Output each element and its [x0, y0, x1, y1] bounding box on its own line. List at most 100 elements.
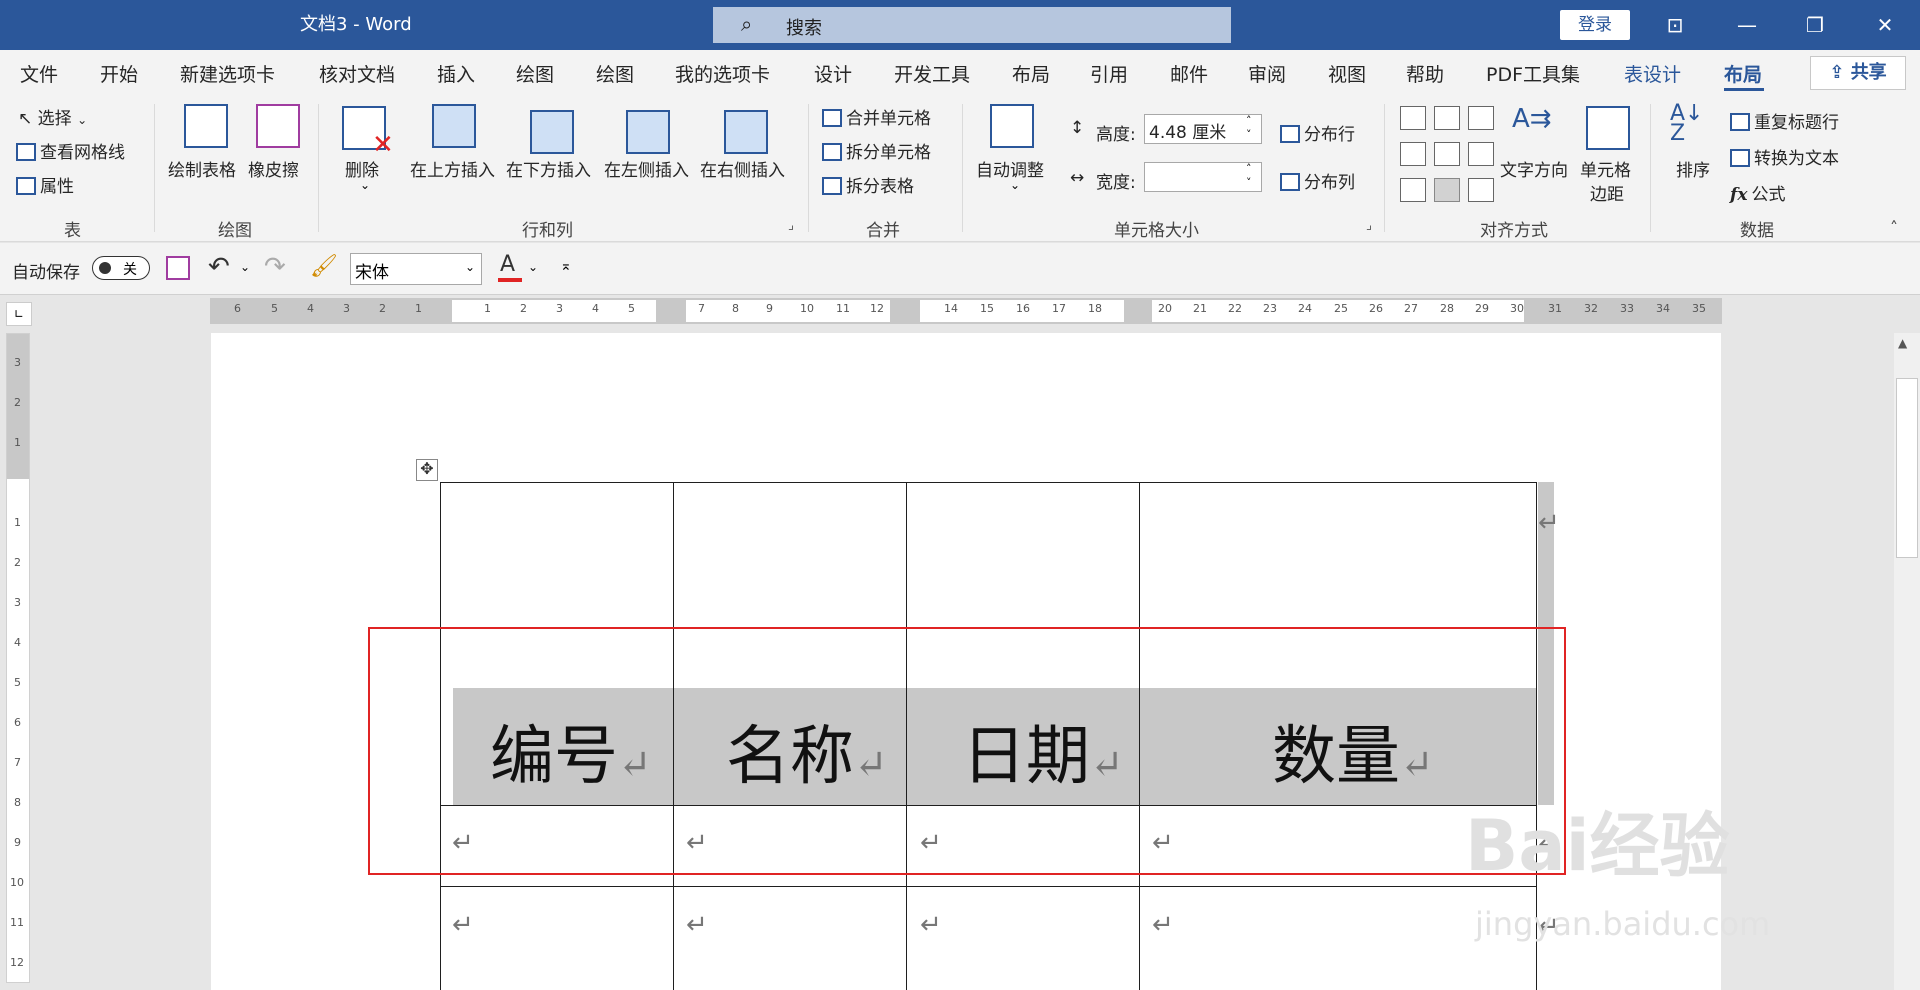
- align-middle-center-icon[interactable]: [1434, 142, 1460, 166]
- tab-draw-2[interactable]: 绘图: [596, 60, 634, 87]
- draw-table-button[interactable]: 绘制表格: [168, 156, 236, 181]
- table-move-handle-icon[interactable]: ✥: [416, 459, 438, 481]
- eraser-icon[interactable]: [256, 104, 300, 148]
- collapse-ribbon-icon[interactable]: ˄: [1890, 218, 1898, 237]
- ruler-number: 22: [1228, 302, 1242, 315]
- insert-below-icon[interactable]: [530, 110, 574, 154]
- eraser-button[interactable]: 橡皮擦: [248, 156, 299, 181]
- distribute-cols-button[interactable]: 分布列: [1280, 168, 1355, 193]
- tab-pdf-tools[interactable]: PDF工具集: [1486, 60, 1580, 87]
- table-cell[interactable]: [673, 886, 907, 990]
- highlight-box: [368, 627, 1566, 875]
- tab-draw-1[interactable]: 绘图: [516, 60, 554, 87]
- group-separator: [1384, 104, 1385, 232]
- close-icon[interactable]: ✕: [1850, 0, 1920, 50]
- sort-button[interactable]: 排序: [1676, 156, 1710, 181]
- baidu-watermark-url: jingyan.baidu.com: [1475, 905, 1771, 943]
- ribbon-display-options-icon[interactable]: ⊡: [1640, 0, 1710, 50]
- redo-icon[interactable]: ↷: [264, 252, 286, 282]
- scroll-up-icon[interactable]: ▲: [1898, 336, 1907, 350]
- tab-references[interactable]: 引用: [1090, 60, 1128, 87]
- ruler-number: 34: [1656, 302, 1670, 315]
- format-painter-icon[interactable]: 🖌: [310, 254, 338, 279]
- align-bottom-right-icon[interactable]: [1468, 178, 1494, 202]
- share-button[interactable]: ⇪ 共享: [1810, 56, 1906, 90]
- ruler-number: 3: [556, 302, 563, 315]
- insert-above-icon[interactable]: [432, 104, 476, 148]
- login-button[interactable]: 登录: [1560, 10, 1630, 40]
- chevron-down-icon[interactable]: ⌄: [528, 260, 538, 274]
- tab-review-doc[interactable]: 核对文档: [319, 60, 395, 87]
- width-spinner[interactable]: ˄ ˅: [1246, 162, 1252, 190]
- distribute-rows-button[interactable]: 分布行: [1280, 120, 1355, 145]
- tab-view[interactable]: 视图: [1328, 60, 1366, 87]
- tab-insert[interactable]: 插入: [437, 60, 475, 87]
- restore-icon[interactable]: ❐: [1780, 0, 1850, 50]
- align-top-center-icon[interactable]: [1434, 106, 1460, 130]
- save-icon[interactable]: [166, 256, 190, 280]
- text-direction-icon[interactable]: A⇉: [1512, 104, 1552, 134]
- height-field[interactable]: 4.48 厘米: [1144, 114, 1262, 144]
- minimize-icon[interactable]: —: [1712, 0, 1782, 50]
- cell-margins-button-line2[interactable]: 边距: [1590, 180, 1624, 205]
- tab-review[interactable]: 审阅: [1248, 60, 1286, 87]
- tab-help[interactable]: 帮助: [1406, 60, 1444, 87]
- align-top-right-icon[interactable]: [1468, 106, 1494, 130]
- align-middle-left-icon[interactable]: [1400, 142, 1426, 166]
- tab-new-tab[interactable]: 新建选项卡: [180, 60, 275, 87]
- search-input[interactable]: ⌕ 搜索: [713, 7, 1231, 43]
- split-table-button[interactable]: 拆分表格: [822, 172, 914, 197]
- formula-button[interactable]: fx 公式: [1730, 180, 1785, 205]
- font-name-select[interactable]: 宋体 ⌄: [350, 253, 482, 285]
- tab-stop-selector[interactable]: ∟: [6, 302, 32, 326]
- merge-cells-button[interactable]: 合并单元格: [822, 104, 931, 129]
- height-spinner[interactable]: ˄ ˅: [1246, 114, 1252, 142]
- distribute-cols-label: 分布列: [1304, 173, 1355, 193]
- insert-above-button[interactable]: 在上方插入: [410, 156, 495, 181]
- ruler-number: 2: [520, 302, 527, 315]
- insert-right-button[interactable]: 在右侧插入: [700, 156, 785, 181]
- ruler-number: 10: [800, 302, 814, 315]
- tab-table-layout[interactable]: 布局: [1724, 60, 1762, 87]
- autosave-toggle[interactable]: 关: [92, 256, 150, 280]
- insert-left-icon[interactable]: [626, 110, 670, 154]
- align-middle-right-icon[interactable]: [1468, 142, 1494, 166]
- sort-icon[interactable]: A↓ Z: [1670, 103, 1703, 145]
- insert-right-icon[interactable]: [724, 110, 768, 154]
- undo-icon[interactable]: ↶: [208, 252, 230, 282]
- tab-file[interactable]: 文件: [20, 60, 58, 87]
- align-top-left-icon[interactable]: [1400, 106, 1426, 130]
- tab-mailings[interactable]: 邮件: [1170, 60, 1208, 87]
- tab-home[interactable]: 开始: [100, 60, 138, 87]
- tab-my-tab[interactable]: 我的选项卡: [675, 60, 770, 87]
- text-direction-button[interactable]: 文字方向: [1500, 156, 1568, 181]
- tab-design[interactable]: 设计: [814, 60, 852, 87]
- chevron-down-icon[interactable]: ⌄: [240, 260, 250, 274]
- insert-left-button[interactable]: 在左侧插入: [604, 156, 689, 181]
- select-button[interactable]: ↖ 选择 ⌄: [18, 104, 87, 129]
- vruler-number: 8: [14, 796, 21, 809]
- table-cell[interactable]: [440, 886, 674, 990]
- insert-below-button[interactable]: 在下方插入: [506, 156, 591, 181]
- align-bottom-center-icon[interactable]: [1434, 178, 1460, 202]
- tab-layout[interactable]: 布局: [1012, 60, 1050, 87]
- dialog-launcher-icon[interactable]: ⌟: [1366, 218, 1372, 233]
- ruler-number: 17: [1052, 302, 1066, 315]
- font-color-icon[interactable]: A: [500, 252, 515, 277]
- customize-qat-icon[interactable]: ⌅: [560, 258, 572, 274]
- draw-table-icon[interactable]: [184, 104, 228, 148]
- cell-margins-icon[interactable]: [1586, 106, 1630, 150]
- autofit-icon[interactable]: [990, 104, 1034, 148]
- align-bottom-left-icon[interactable]: [1400, 178, 1426, 202]
- scroll-thumb[interactable]: [1896, 378, 1918, 558]
- width-field[interactable]: [1144, 162, 1262, 192]
- properties-button[interactable]: 属性: [16, 172, 74, 197]
- repeat-header-button[interactable]: 重复标题行: [1730, 108, 1839, 133]
- dialog-launcher-icon[interactable]: ⌟: [788, 218, 794, 233]
- split-cells-button[interactable]: 拆分单元格: [822, 138, 931, 163]
- convert-to-text-button[interactable]: 转换为文本: [1730, 144, 1839, 169]
- view-gridlines-button[interactable]: 查看网格线: [16, 138, 125, 163]
- tab-table-design[interactable]: 表设计: [1624, 60, 1681, 87]
- cell-margins-button[interactable]: 单元格: [1580, 156, 1631, 181]
- tab-developer[interactable]: 开发工具: [894, 60, 970, 87]
